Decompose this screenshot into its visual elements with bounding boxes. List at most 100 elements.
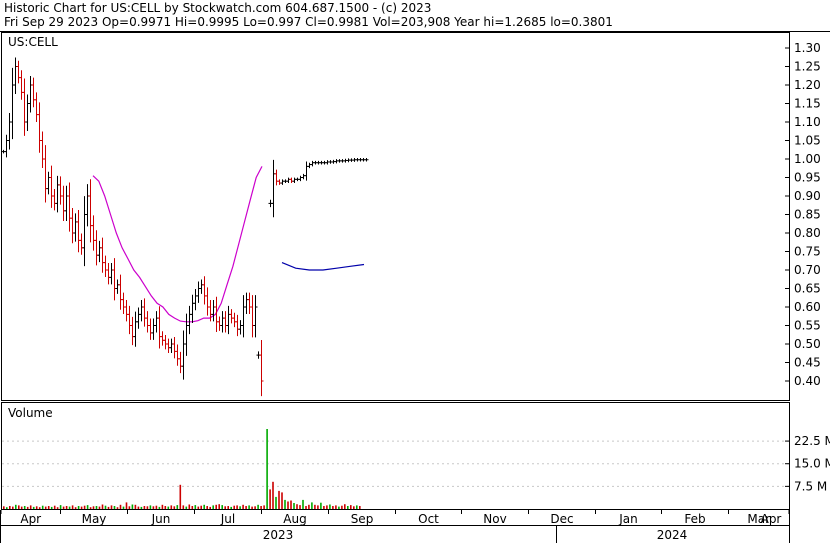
volume-bar <box>272 481 274 509</box>
volume-bar <box>110 505 113 509</box>
volume-bar <box>335 505 337 509</box>
volume-bar <box>6 507 8 509</box>
volume-bar <box>194 505 197 509</box>
volume-bar <box>329 504 331 509</box>
volume-bar <box>86 505 89 509</box>
volume-bar <box>323 506 325 509</box>
volume-bar <box>191 506 194 509</box>
price-tick-label: 0.85 <box>794 208 821 222</box>
volume-bar <box>314 504 316 509</box>
volume-bar <box>188 504 191 509</box>
volume-bar <box>92 506 95 509</box>
volume-bar <box>23 506 26 509</box>
volume-bar <box>230 506 232 509</box>
volume-bar <box>176 505 179 509</box>
volume-bar <box>131 504 134 509</box>
month-label: Apr <box>20 512 41 526</box>
volume-bar <box>107 506 110 509</box>
volume-bar <box>182 505 185 509</box>
price-tick-label: 0.55 <box>794 319 821 333</box>
volume-bar <box>15 504 17 509</box>
volume-bar <box>50 506 53 509</box>
price-panel-title: US:CELL <box>8 35 58 49</box>
volume-bar <box>206 506 208 509</box>
volume-bar <box>20 506 23 509</box>
volume-bar <box>248 505 250 509</box>
price-panel <box>1 32 790 401</box>
month-label: Nov <box>483 512 506 526</box>
month-label: Sep <box>351 512 374 526</box>
volume-bar <box>266 429 268 509</box>
volume-tick-label: 15.0 M <box>794 457 830 471</box>
volume-bar <box>185 506 188 509</box>
volume-bar <box>62 506 65 509</box>
volume-tick-label: 7.5 M <box>794 479 827 493</box>
volume-bar <box>203 504 205 509</box>
volume-bar <box>77 506 80 509</box>
price-tick-label: 0.50 <box>794 337 821 351</box>
volume-bar <box>149 505 152 509</box>
volume-bar <box>302 499 304 509</box>
volume-bar <box>12 506 14 509</box>
volume-bar <box>269 489 271 509</box>
volume-bar <box>221 505 223 509</box>
volume-bar <box>56 507 59 509</box>
volume-bar <box>143 506 146 509</box>
volume-bar <box>65 506 68 509</box>
volume-bar <box>251 506 253 509</box>
volume-bar <box>296 504 298 509</box>
volume-bar <box>95 506 98 509</box>
volume-bar <box>341 505 343 509</box>
volume-bar <box>122 506 125 509</box>
price-tick-label: 0.95 <box>794 171 821 185</box>
volume-bar <box>350 505 352 509</box>
price-tick-label: 1.10 <box>794 115 821 129</box>
volume-bar <box>236 505 238 509</box>
volume-bar <box>35 506 38 509</box>
volume-bar <box>74 507 77 509</box>
volume-bar <box>242 504 244 509</box>
price-tick-label: 0.65 <box>794 282 821 296</box>
volume-bar <box>224 506 226 509</box>
volume-bar <box>170 505 173 509</box>
month-label: May <box>82 512 107 526</box>
price-tick-label: 1.00 <box>794 152 821 166</box>
volume-bar <box>104 505 107 509</box>
volume-bar <box>140 506 143 509</box>
volume-bar <box>275 496 277 509</box>
volume-bar <box>332 506 334 509</box>
volume-bar <box>134 504 137 509</box>
price-tick-label: 0.90 <box>794 189 821 203</box>
volume-bar <box>152 506 155 509</box>
volume-bar <box>260 506 262 509</box>
volume-bar <box>311 502 313 509</box>
volume-bar <box>338 506 340 509</box>
volume-bar <box>173 506 176 509</box>
volume-panel-title: Volume <box>8 406 53 420</box>
volume-bar <box>179 484 182 509</box>
volume-bar <box>38 507 41 509</box>
volume-bar <box>353 506 355 509</box>
volume-bar <box>113 506 116 509</box>
volume-bar <box>80 506 83 509</box>
price-tick-label: 1.25 <box>794 60 821 74</box>
volume-bar <box>254 506 256 509</box>
volume-bar <box>9 506 11 509</box>
volume-bar <box>218 504 220 509</box>
volume-bar <box>263 505 265 509</box>
volume-bar <box>125 502 128 509</box>
volume-bar <box>308 504 310 509</box>
volume-bar <box>356 505 358 509</box>
volume-bar <box>29 505 32 509</box>
volume-bar <box>281 492 283 509</box>
volume-bar <box>164 506 167 509</box>
volume-bar <box>257 504 259 509</box>
volume-bar <box>233 505 235 509</box>
volume-bar <box>32 506 35 509</box>
volume-bar <box>197 506 200 509</box>
price-tick-label: 1.30 <box>794 41 821 55</box>
volume-bar <box>101 504 104 509</box>
volume-bar <box>239 506 241 509</box>
month-label: Feb <box>684 512 705 526</box>
volume-bar <box>83 505 86 509</box>
